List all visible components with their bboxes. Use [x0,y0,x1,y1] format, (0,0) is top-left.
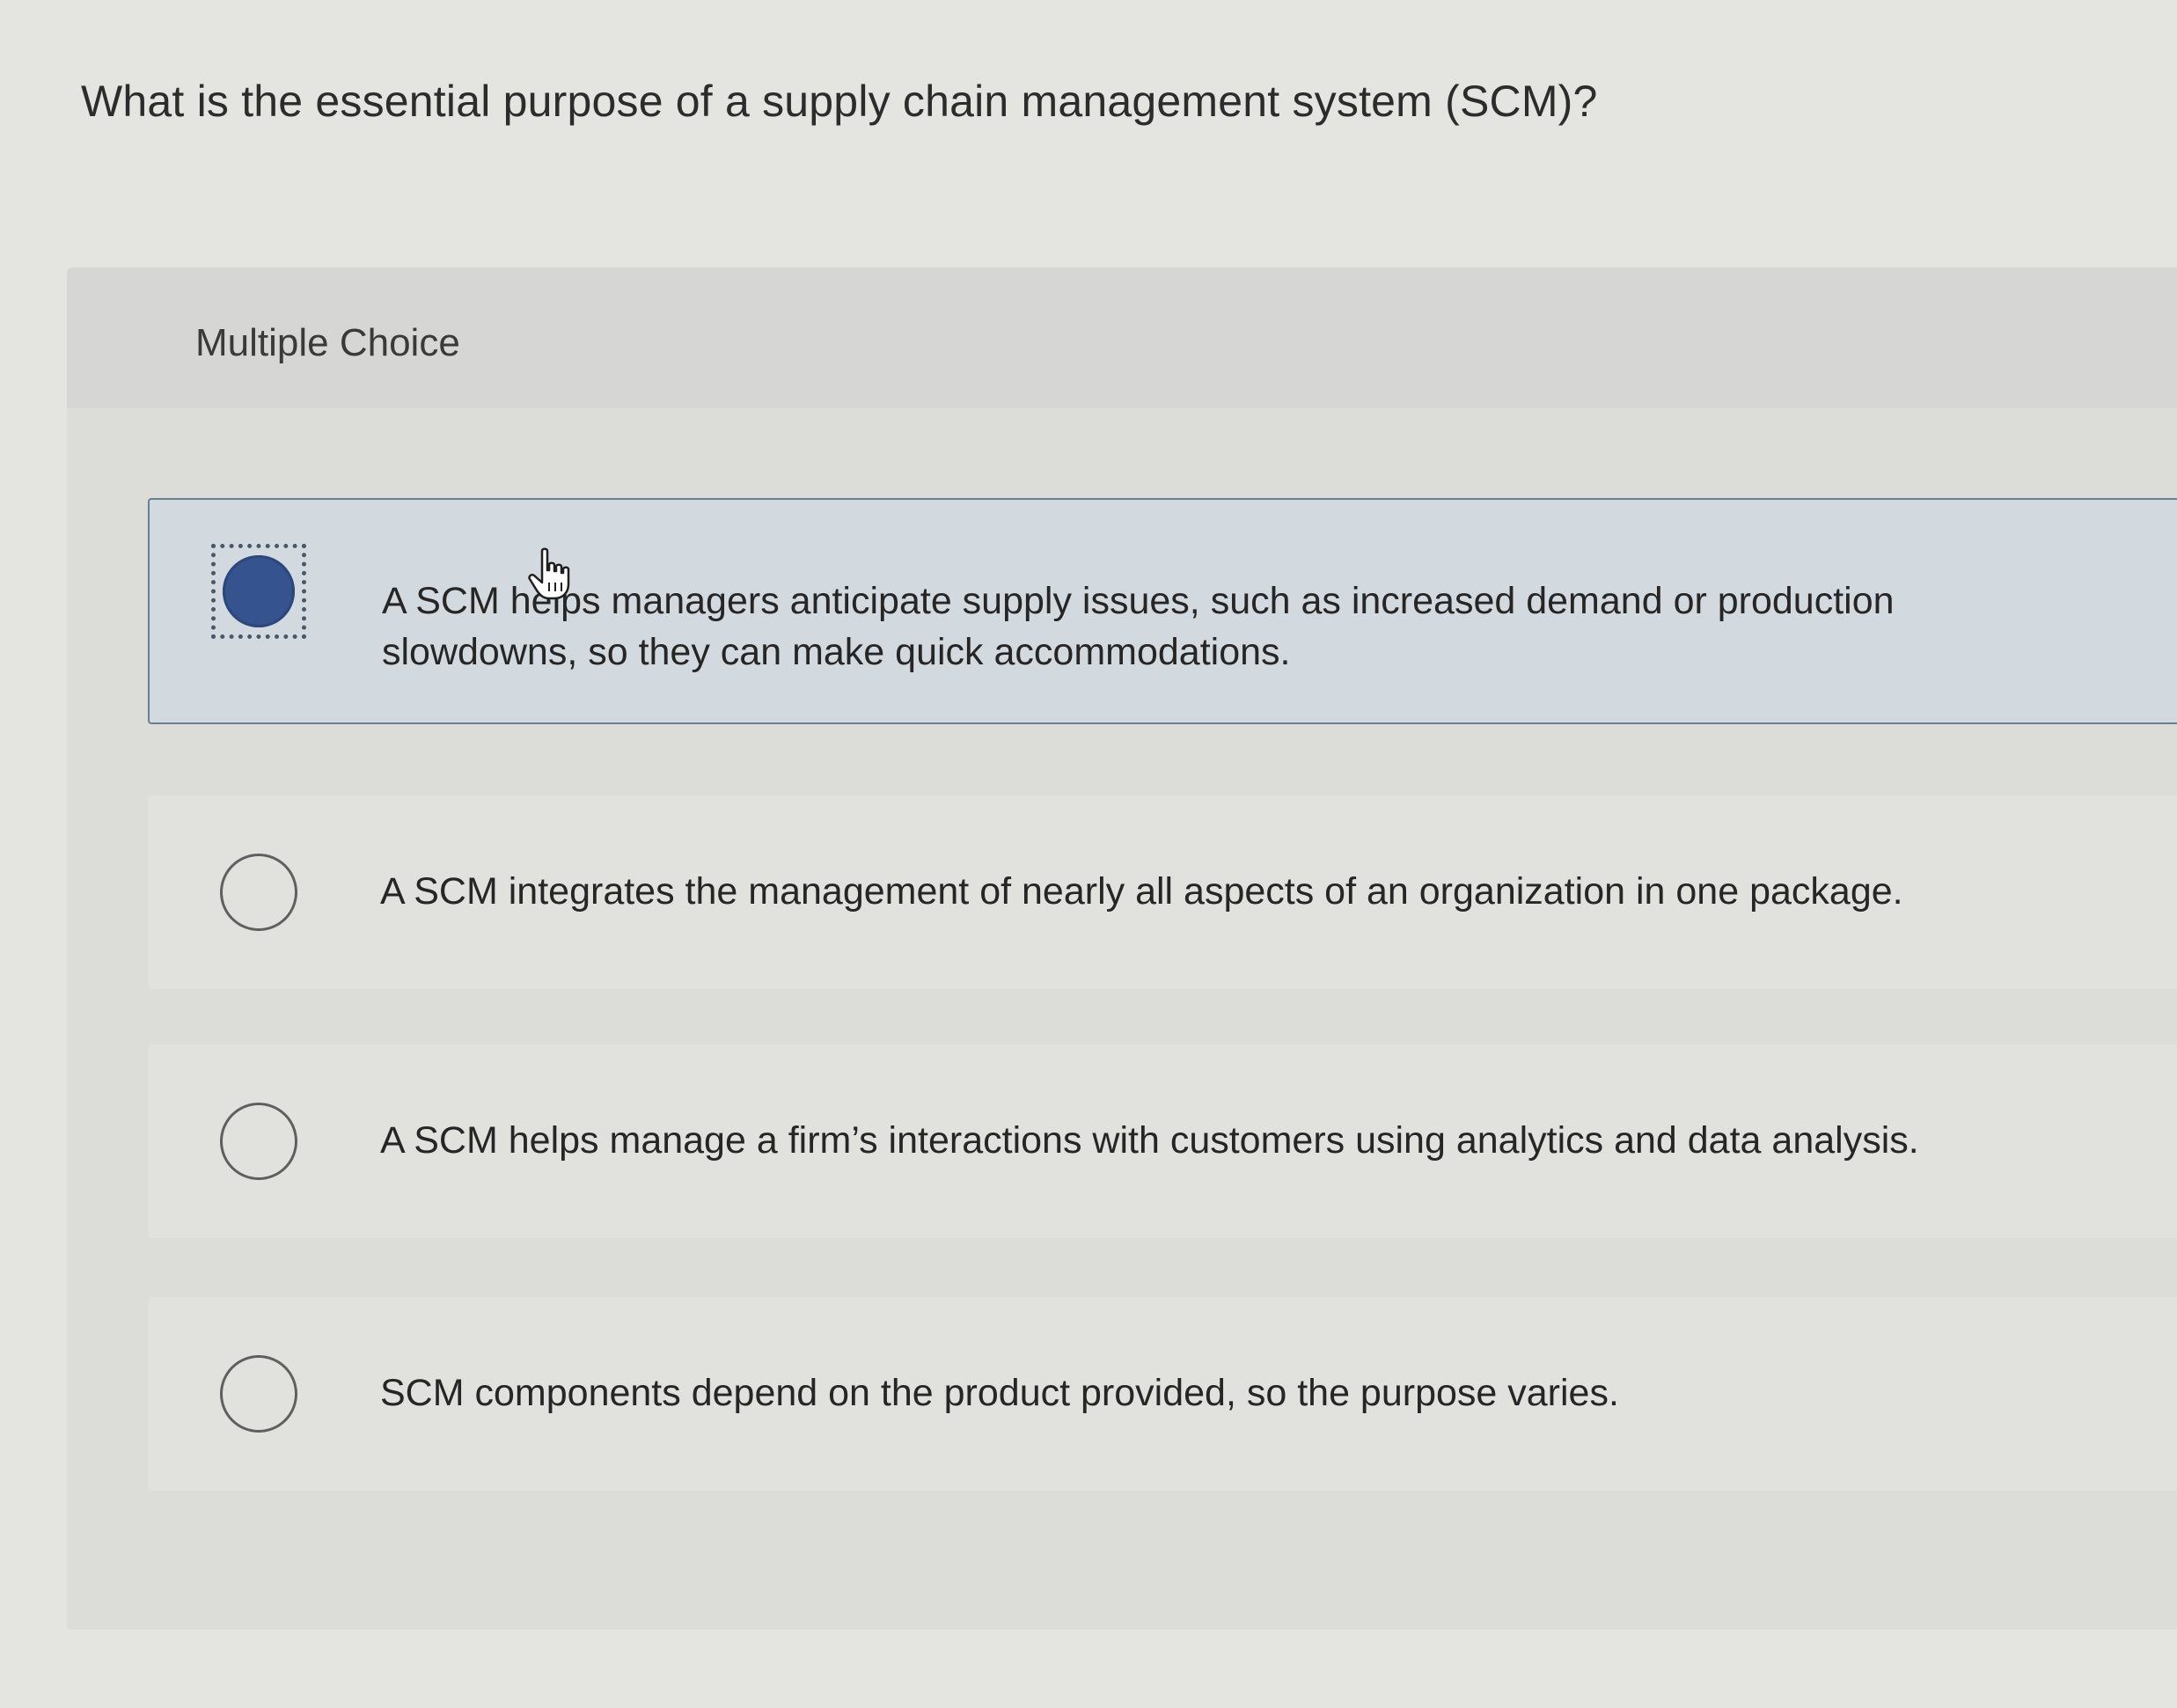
radio-button[interactable] [220,1103,297,1180]
hand-pointer-icon [528,547,570,600]
multiple-choice-panel: Multiple Choice A SCM helps managers ant… [67,268,2177,1630]
radio-filled-dot [223,555,295,627]
answer-option-label: SCM components depend on the product pro… [380,1372,1619,1414]
answer-option-2[interactable]: A SCM integrates the management of nearl… [148,795,2177,989]
answer-option-4[interactable]: SCM components depend on the product pro… [148,1297,2177,1491]
panel-header: Multiple Choice [67,268,2177,408]
answer-option-3[interactable]: A SCM helps manage a firm’s interactions… [148,1045,2177,1238]
radio-button[interactable] [220,1355,297,1433]
radio-button[interactable] [220,854,297,931]
answer-option-1[interactable]: A SCM helps managers anticipate supply i… [148,498,2177,724]
panel-title: Multiple Choice [195,321,460,364]
radio-button-selected[interactable] [211,544,306,639]
question-text: What is the essential purpose of a suppl… [81,77,1598,126]
answer-option-label: A SCM helps managers anticipate supply i… [382,580,1895,673]
answer-option-label: A SCM helps manage a firm’s interactions… [380,1119,1919,1162]
answer-option-label: A SCM integrates the management of nearl… [380,870,1903,913]
